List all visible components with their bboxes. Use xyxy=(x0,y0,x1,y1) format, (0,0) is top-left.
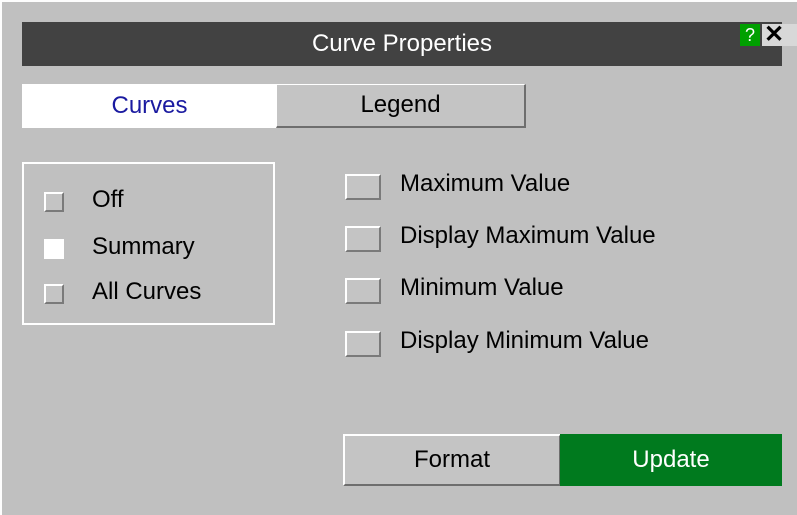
display-maximum-value-label: Display Maximum Value xyxy=(400,222,656,249)
minimum-value-label: Minimum Value xyxy=(400,274,564,301)
close-icon: ✕ xyxy=(764,21,785,48)
display-minimum-value-label: Display Minimum Value xyxy=(400,327,649,354)
maximum-value-checkbox[interactable] xyxy=(345,174,381,200)
option-off-box[interactable] xyxy=(44,192,64,212)
help-button[interactable]: ? xyxy=(740,24,760,46)
close-button[interactable]: ✕ xyxy=(762,21,797,48)
format-button[interactable]: Format xyxy=(343,434,561,486)
title-bar: Curve Properties xyxy=(22,22,782,66)
option-all-curves-label: All Curves xyxy=(92,278,202,305)
tab-legend[interactable]: Legend xyxy=(276,84,526,128)
window-title: Curve Properties xyxy=(311,30,493,57)
maximum-value-label: Maximum Value xyxy=(400,170,571,197)
update-button[interactable]: Update xyxy=(560,434,782,486)
minimum-value-checkbox[interactable] xyxy=(345,278,381,304)
tab-curves[interactable]: Curves xyxy=(22,84,277,128)
option-summary-box[interactable] xyxy=(44,239,64,259)
summary-mode-group: Off Summary All Curves xyxy=(22,162,275,325)
option-summary-label: Summary xyxy=(92,233,195,260)
option-off-label: Off xyxy=(92,186,124,213)
curve-properties-panel: Curve Properties ? ✕ Curves Legend Off S… xyxy=(0,0,797,515)
display-minimum-value-checkbox[interactable] xyxy=(345,331,381,357)
display-maximum-value-checkbox[interactable] xyxy=(345,226,381,252)
option-all-curves-box[interactable] xyxy=(44,284,64,304)
